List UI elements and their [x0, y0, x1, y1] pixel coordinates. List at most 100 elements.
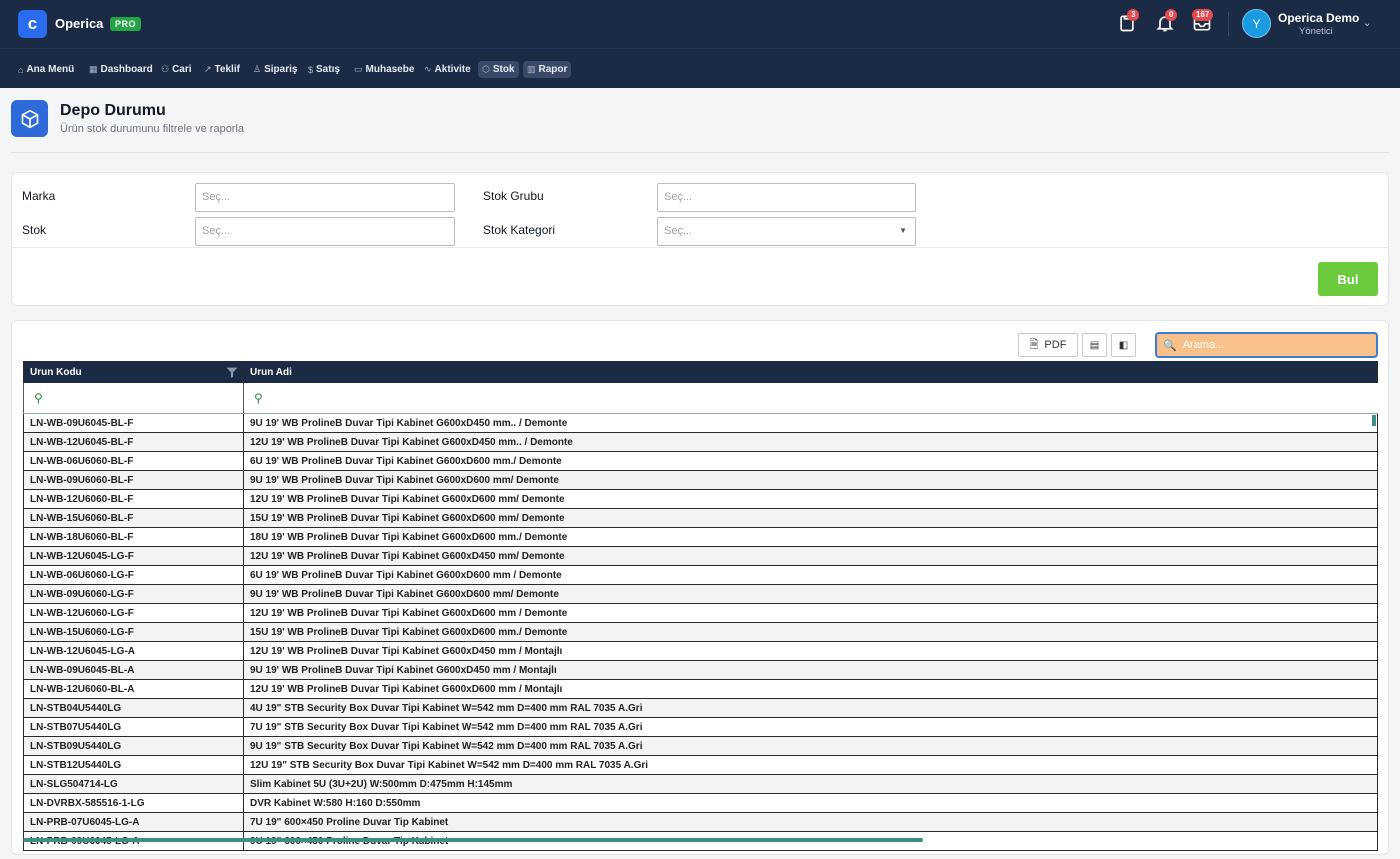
page-title: Depo Durumu [60, 102, 166, 119]
table-row[interactable]: LN-WB-09U6060-LG-F 9U 19' WB ProlineB Duv… [23, 585, 1378, 604]
cell-urun-adi: 7U 19" STB Security Box Duvar Tipi Kabin… [244, 718, 1378, 736]
cell-urun-kodu: LN-STB04U5440LG [23, 699, 244, 717]
table-row[interactable]: LN-WB-09U6045-BL-A 9U 19' WB ProlineB Duv… [23, 661, 1378, 680]
package-icon [11, 100, 48, 137]
nav-item-siparis[interactable]: ♙ Sipariş [249, 61, 301, 78]
cell-urun-kodu: LN-WB-09U6060-BL-F [23, 471, 244, 489]
clipboard-icon[interactable]: 3 [1117, 9, 1140, 35]
cell-urun-adi: 12U 19" STB Security Box Duvar Tipi Kabi… [244, 756, 1378, 774]
columns-icon: ◧ [1118, 339, 1129, 351]
cell-urun-kodu: LN-WB-09U6045-BL-A [23, 661, 244, 679]
cell-urun-adi: 9U 19' WB ProlineB Duvar Tipi Kabinet G6… [244, 585, 1378, 603]
cell-urun-kodu: LN-STB09U5440LG [23, 737, 244, 755]
nav-item-satis[interactable]: $ Satış [304, 61, 344, 78]
user-name[interactable]: Operica Demo [1278, 11, 1359, 25]
table-row[interactable]: LN-WB-15U6060-BL-F 15U 19' WB ProlineB Du… [23, 509, 1378, 528]
cell-urun-adi: 4U 19" STB Security Box Duvar Tipi Kabin… [244, 699, 1378, 717]
cell-urun-kodu: LN-WB-09U6060-LG-F [23, 585, 244, 603]
cell-urun-adi: 15U 19' WB ProlineB Duvar Tipi Kabinet G… [244, 509, 1378, 527]
nav-item-teklif[interactable]: ↗ Teklif [200, 61, 244, 78]
header-divider [1228, 12, 1229, 36]
brand-name: Operica [55, 16, 104, 31]
spreadsheet-icon: ▤ [1089, 339, 1100, 351]
nav-item-rapor[interactable]: ▥ Rapor [523, 61, 572, 78]
table-row[interactable]: LN-STB07U5440LG 7U 19" STB Security Box D… [23, 718, 1378, 737]
table-row[interactable]: LN-WB-06U6060-BL-F 6U 19' WB ProlineB Duv… [23, 452, 1378, 471]
cell-urun-adi: DVR Kabinet W:580 H:160 D:550mm [244, 794, 1378, 812]
avatar[interactable]: Y [1242, 9, 1271, 38]
grid-search-input[interactable]: 🔍 Arama... [1155, 332, 1378, 358]
table-row[interactable]: LN-STB09U5440LG 9U 19" STB Security Box D… [23, 737, 1378, 756]
cell-urun-adi: 12U 19' WB ProlineB Duvar Tipi Kabinet G… [244, 547, 1378, 565]
user-icon: ♙ [253, 64, 262, 74]
cell-urun-adi: 9U 19" STB Security Box Duvar Tipi Kabin… [244, 737, 1378, 755]
table-row[interactable]: LN-WB-09U6045-BL-F 9U 19' WB ProlineB Duv… [23, 414, 1378, 433]
vertical-scrollbar[interactable] [1372, 415, 1376, 426]
table-row[interactable]: LN-WB-12U6060-BL-A 12U 19' WB ProlineB Du… [23, 680, 1378, 699]
cell-urun-kodu: LN-WB-12U6045-BL-F [23, 433, 244, 451]
stok-kategori-placeholder: Seç... [664, 225, 693, 237]
cell-urun-adi: 6U 19' WB ProlineB Duvar Tipi Kabinet G6… [244, 452, 1378, 470]
chevron-down-icon[interactable]: ⌄ [1363, 18, 1371, 29]
stok-kategori-select[interactable]: Seç... ▼ [657, 217, 916, 246]
pdf-export-button[interactable]: 🗎 PDF [1018, 333, 1078, 357]
nav-item-aktivite[interactable]: ∿ Aktivite [420, 61, 475, 78]
table-row[interactable]: LN-WB-09U6060-BL-F 9U 19' WB ProlineB Duv… [23, 471, 1378, 490]
cell-urun-kodu: LN-PRB-07U6045-LG-A [23, 813, 244, 831]
urun-adi-filter[interactable]: ⚲ [244, 383, 1378, 413]
excel-export-button[interactable]: ▤ [1082, 333, 1107, 357]
caret-down-icon: ▼ [899, 226, 907, 235]
table-row[interactable]: LN-SLG504714-LG Slim Kabinet 5U (3U+2U) W… [23, 775, 1378, 794]
cell-urun-kodu: LN-WB-18U6060-BL-F [23, 528, 244, 546]
logo-icon[interactable]: c [18, 10, 47, 38]
stok-select[interactable]: Seç... [195, 217, 455, 246]
nav-item-stok[interactable]: ⬡ Stok [478, 61, 519, 78]
stok-grubu-select[interactable]: Seç... [657, 183, 916, 212]
cell-urun-adi: 9U 19' WB ProlineB Duvar Tipi Kabinet G6… [244, 661, 1378, 679]
clipboard-count-badge: 3 [1127, 9, 1140, 21]
urun-kodu-filter[interactable]: ⚲ [23, 383, 244, 413]
cell-urun-kodu: LN-STB07U5440LG [23, 718, 244, 736]
column-header-urun-adi[interactable]: Urun Adi [244, 361, 1378, 383]
nav-item-muhasebe[interactable]: ▭ Muhasebe [350, 61, 418, 78]
cell-urun-adi: 12U 19' WB ProlineB Duvar Tipi Kabinet G… [244, 642, 1378, 660]
table-row[interactable]: LN-WB-06U6060-LG-F 6U 19' WB ProlineB Duv… [23, 566, 1378, 585]
divider [11, 152, 1389, 153]
stok-grubu-label: Stok Grubu [483, 189, 544, 203]
nav-item-cari[interactable]: ⚇ Cari [157, 61, 196, 78]
filter-icon[interactable] [225, 366, 239, 379]
stok-kategori-label: Stok Kategori [483, 223, 556, 237]
stok-label: Stok [22, 223, 47, 237]
inbox-count-badge: 167 [1192, 9, 1214, 21]
table-row[interactable]: LN-STB12U5440LG 12U 19" STB Security Box … [23, 756, 1378, 775]
find-button[interactable]: Bul [1318, 262, 1378, 296]
page-subtitle: Ürün stok durumunu filtrele ve raporla [60, 123, 245, 135]
table-row[interactable]: LN-WB-15U6060-LG-F 15U 19' WB ProlineB Du… [23, 623, 1378, 642]
table-row[interactable]: LN-WB-12U6045-LG-A 12U 19' WB ProlineB Du… [23, 642, 1378, 661]
marka-select[interactable]: Seç... [195, 183, 455, 212]
column-chooser-button[interactable]: ◧ [1111, 333, 1136, 357]
column-header-urun-kodu[interactable]: Urun Kodu [23, 361, 244, 383]
search-icon: ⚲ [34, 391, 43, 405]
table-row[interactable]: LN-DVRBX-585516-1-LG DVR Kabinet W:580 H:… [23, 794, 1378, 813]
table-row[interactable]: LN-STB04U5440LG 4U 19" STB Security Box D… [23, 699, 1378, 718]
stock-table: Urun Kodu Urun Adi ⚲ ⚲ LN-WB-09U6045-BL-… [23, 361, 1378, 851]
table-row[interactable]: LN-WB-12U6060-LG-F 12U 19' WB ProlineB Du… [23, 604, 1378, 623]
cell-urun-kodu: LN-WB-12U6060-BL-A [23, 680, 244, 698]
bell-icon[interactable]: 0 [1155, 9, 1178, 35]
horizontal-scrollbar[interactable] [23, 838, 923, 842]
user-role: Yönetici [1299, 26, 1333, 37]
nav-item-ana-menu[interactable]: ⌂ Ana Menü [14, 61, 78, 78]
table-row[interactable]: LN-WB-12U6060-BL-F 12U 19' WB ProlineB Du… [23, 490, 1378, 509]
inbox-icon[interactable]: 167 [1192, 9, 1214, 35]
table-row[interactable]: LN-WB-18U6060-BL-F 18U 19' WB ProlineB Du… [23, 528, 1378, 547]
cell-urun-kodu: LN-WB-06U6060-BL-F [23, 452, 244, 470]
table-row[interactable]: LN-WB-12U6045-LG-F 12U 19' WB ProlineB Du… [23, 547, 1378, 566]
cell-urun-kodu: LN-WB-12U6060-LG-F [23, 604, 244, 622]
cell-urun-kodu: LN-WB-12U6060-BL-F [23, 490, 244, 508]
cell-urun-adi: 15U 19' WB ProlineB Duvar Tipi Kabinet G… [244, 623, 1378, 641]
nav-item-dashboard[interactable]: ▦ Dashboard [85, 61, 157, 78]
table-row[interactable]: LN-PRB-07U6045-LG-A 7U 19" 600×450 Prolin… [23, 813, 1378, 832]
table-row[interactable]: LN-WB-12U6045-BL-F 12U 19' WB ProlineB Du… [23, 433, 1378, 452]
dollar-icon: $ [308, 64, 314, 75]
